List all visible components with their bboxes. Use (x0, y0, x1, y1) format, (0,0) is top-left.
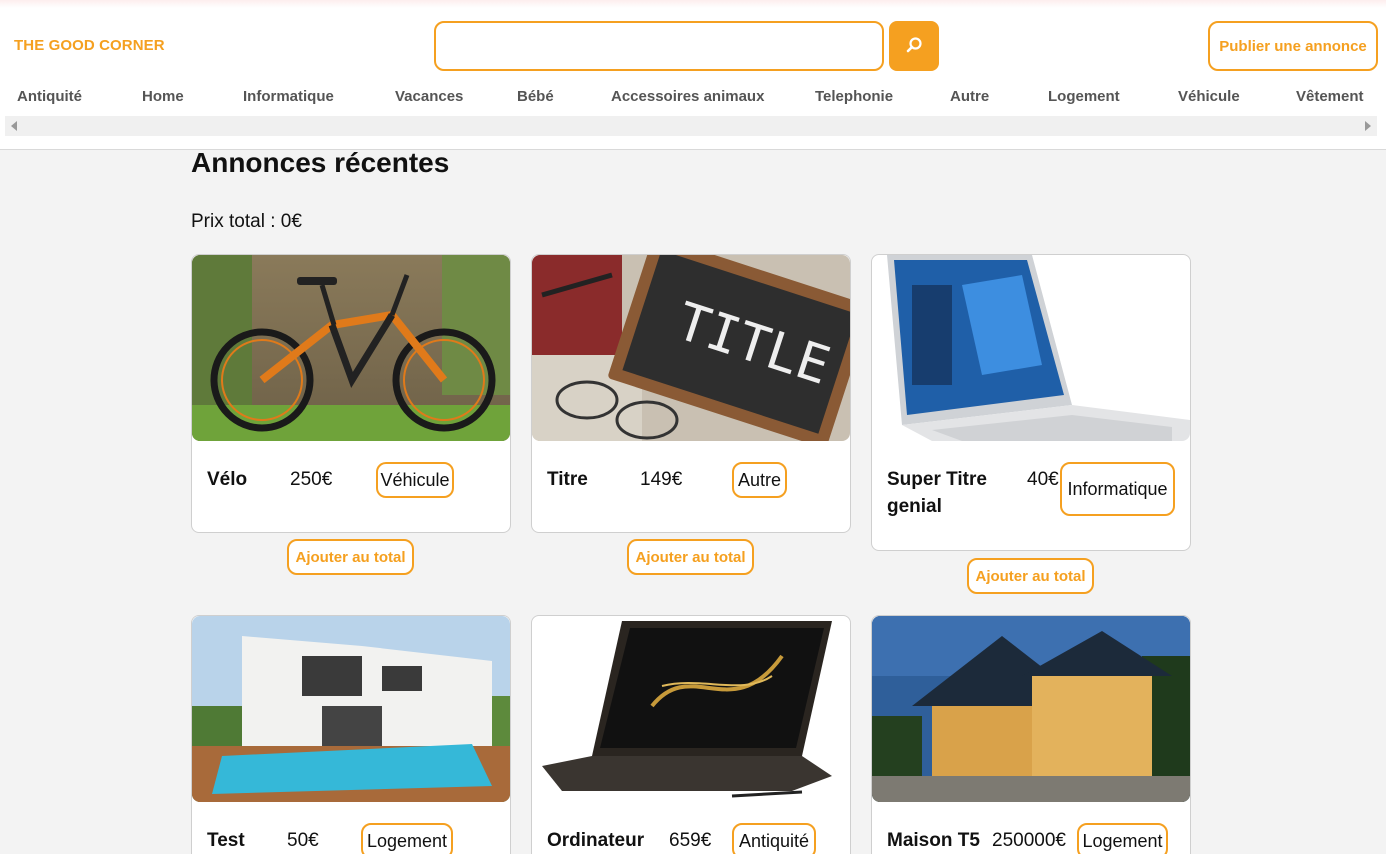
ad-category-badge[interactable]: Véhicule (376, 462, 454, 498)
ad-card[interactable]: Maison T5 250000€ Logement (871, 615, 1191, 854)
add-to-total-button[interactable]: Ajouter au total (627, 539, 754, 575)
ad-price: 250000€ (992, 830, 1066, 851)
ad-category-badge[interactable]: Logement (361, 823, 453, 854)
nav-item-logement[interactable]: Logement (1048, 88, 1120, 105)
nav-item-accessoires-animaux[interactable]: Accessoires animaux (611, 88, 764, 105)
nav-item-informatique[interactable]: Informatique (243, 88, 334, 105)
ad-image-house-night[interactable] (872, 616, 1190, 802)
total-price-label: Prix total : (191, 211, 281, 232)
ad-image-laptop-dark[interactable] (532, 616, 850, 802)
nav-item-vehicule[interactable]: Véhicule (1178, 88, 1240, 105)
ad-card[interactable]: Super Titre genial 40€ Informatique (871, 254, 1191, 551)
total-price-value: 0€ (280, 211, 302, 232)
ad-price: 659€ (669, 830, 712, 851)
nav-item-home[interactable]: Home (142, 88, 184, 105)
nav-scrollbar[interactable] (5, 116, 1377, 136)
ad-title: Super Titre genial (887, 469, 987, 517)
add-to-total-button[interactable]: Ajouter au total (967, 558, 1094, 594)
ad-title: Ordinateur (547, 830, 645, 851)
ad-card[interactable]: Ordinateur 659€ Antiquité (531, 615, 851, 854)
ad-category-badge[interactable]: Antiquité (732, 823, 816, 854)
logo[interactable]: THE GOOD CORNER (14, 37, 165, 54)
page-title: Annonces récentes (191, 147, 450, 178)
ad-category-badge[interactable]: Logement (1077, 823, 1168, 854)
ad-price: 149€ (640, 469, 683, 490)
search-icon (905, 36, 923, 57)
category-nav: Antiquité Home Informatique Vacances Béb… (0, 88, 1386, 110)
ad-card[interactable]: Vélo 250€ Véhicule (191, 254, 511, 533)
add-to-total-button[interactable]: Ajouter au total (287, 539, 414, 575)
search-button[interactable] (889, 21, 939, 71)
nav-item-antiquite[interactable]: Antiquité (17, 88, 82, 105)
ad-image-laptop-silver[interactable] (872, 255, 1190, 441)
ad-price: 250€ (290, 469, 333, 490)
ad-price: 50€ (287, 830, 319, 851)
header: THE GOOD CORNER Publier une annonce Anti… (0, 0, 1386, 150)
ad-title: Test (207, 830, 245, 851)
scroll-left-arrow-icon[interactable] (11, 121, 17, 131)
search-input[interactable] (434, 21, 884, 71)
ad-category-badge[interactable]: Autre (732, 462, 787, 498)
ad-title: Titre (547, 469, 588, 490)
ad-price: 40€ (1027, 469, 1059, 490)
ad-title: Maison T5 (887, 830, 980, 851)
nav-item-vetement[interactable]: Vêtement (1296, 88, 1364, 105)
nav-item-telephonie[interactable]: Telephonie (815, 88, 893, 105)
ad-category-badge[interactable]: Informatique (1060, 462, 1175, 516)
nav-item-vacances[interactable]: Vacances (395, 88, 463, 105)
publish-ad-button[interactable]: Publier une annonce (1208, 21, 1378, 71)
ad-title: Vélo (207, 469, 248, 490)
nav-item-autre[interactable]: Autre (950, 88, 989, 105)
scroll-right-arrow-icon[interactable] (1365, 121, 1371, 131)
ad-image-house-pool[interactable] (192, 616, 510, 802)
top-border (0, 0, 1386, 8)
nav-item-bebe[interactable]: Bébé (517, 88, 554, 105)
ad-image-bike[interactable] (192, 255, 510, 441)
ad-image-chalkboard[interactable]: TITLE (532, 255, 850, 441)
ad-card[interactable]: TITLE Titre 149€ Autre (531, 254, 851, 533)
ad-card[interactable]: Test 50€ Logement (191, 615, 511, 854)
total-price: Prix total : 0€ (191, 211, 302, 233)
